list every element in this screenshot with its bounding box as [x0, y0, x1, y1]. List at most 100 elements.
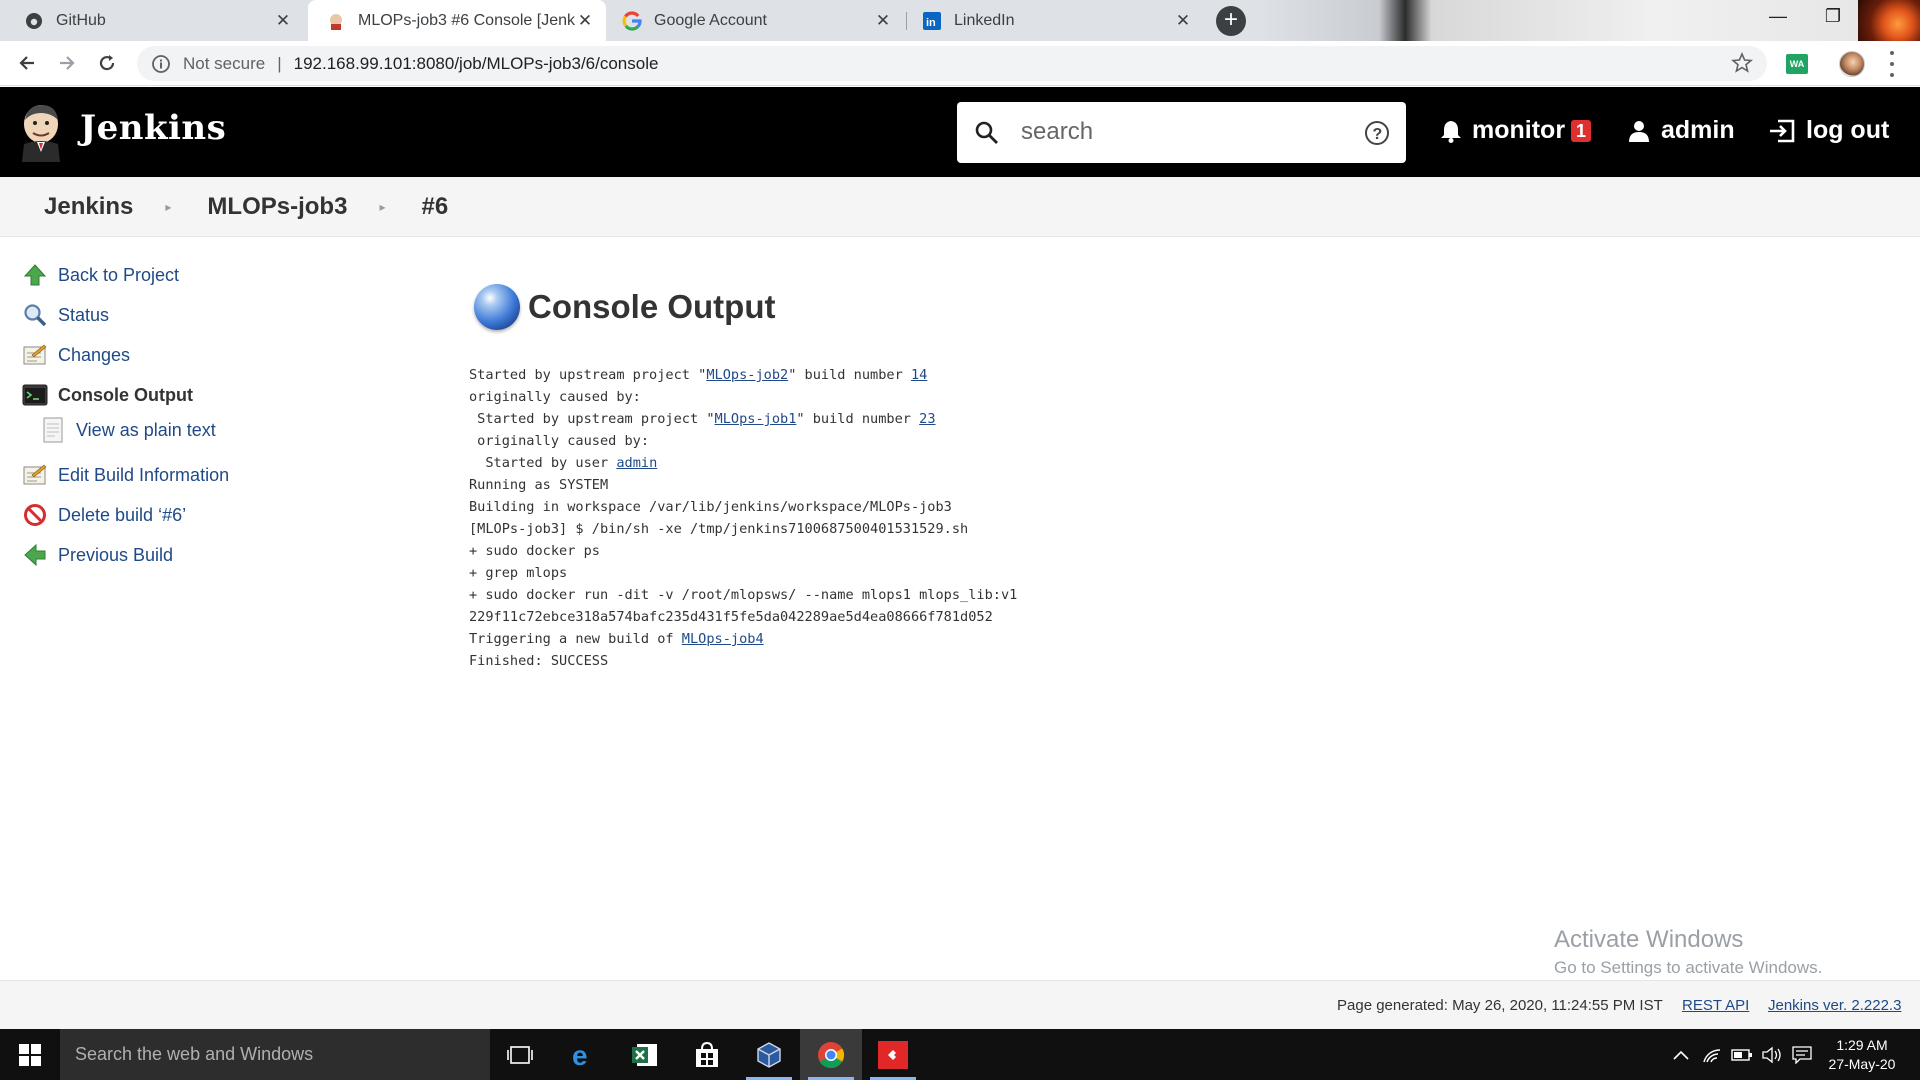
- upstream-job-link[interactable]: MLOps-job2: [706, 367, 788, 383]
- no-entry-icon: [22, 502, 48, 528]
- tab-github[interactable]: GitHub ✕: [6, 0, 304, 41]
- taskbar-clock[interactable]: 1:29 AM 27-May-20: [1818, 1036, 1906, 1074]
- bell-icon: [1441, 120, 1461, 143]
- whatsapp-extension-icon[interactable]: WA: [1786, 54, 1808, 74]
- notepad-icon: [22, 342, 48, 368]
- anydesk-icon[interactable]: [862, 1029, 924, 1080]
- address-bar[interactable]: Not secure | 192.168.99.101:8080/job/MLO…: [137, 46, 1767, 81]
- close-icon[interactable]: ✕: [274, 11, 292, 31]
- sidebar-item-back-to-project[interactable]: Back to Project: [22, 260, 179, 290]
- chevron-right-icon: ▸: [165, 199, 172, 214]
- store-icon[interactable]: [676, 1029, 738, 1080]
- browser-menu-icon[interactable]: [1888, 51, 1896, 77]
- blue-ball-status-icon: [474, 284, 520, 330]
- breadcrumb-build[interactable]: #6: [421, 193, 448, 221]
- svg-text:?: ?: [1373, 126, 1383, 143]
- action-center-icon[interactable]: [1789, 1029, 1815, 1080]
- tab-title: LinkedIn: [954, 11, 1015, 29]
- close-icon[interactable]: ✕: [874, 11, 892, 31]
- windows-start-icon[interactable]: [0, 1029, 60, 1080]
- linkedin-icon: in: [922, 11, 942, 31]
- tab-title: Google Account: [654, 11, 767, 29]
- sidebar-item-console-output[interactable]: Console Output: [22, 380, 193, 410]
- monitor-link[interactable]: monitor 1: [1440, 116, 1592, 145]
- search-input[interactable]: [1021, 114, 1321, 150]
- close-icon[interactable]: ✕: [1174, 11, 1192, 31]
- clock-date: 27-May-20: [1828, 1056, 1896, 1072]
- separator: |: [277, 53, 282, 73]
- page-generated-text: Page generated: May 26, 2020, 11:24:55 P…: [1337, 997, 1663, 1014]
- browser-theme-orb: [1858, 0, 1920, 41]
- watermark-title: Activate Windows: [1554, 926, 1744, 953]
- upstream-build-link[interactable]: 23: [919, 411, 935, 427]
- watermark-subtitle: Go to Settings to activate Windows.: [1554, 958, 1823, 977]
- sidebar-item-label: Previous Build: [58, 544, 174, 565]
- bookmark-star-icon[interactable]: [1731, 52, 1753, 74]
- tab-jenkins-console[interactable]: MLOPs-job3 #6 Console [Jenkins] ✕: [308, 0, 606, 41]
- sidebar-item-changes[interactable]: Changes: [22, 340, 130, 370]
- notepad-icon: [22, 462, 48, 488]
- excel-icon[interactable]: [614, 1029, 676, 1080]
- taskbar-search-input[interactable]: Search the web and Windows: [60, 1029, 490, 1080]
- help-icon[interactable]: ?: [1364, 120, 1390, 146]
- console-log: Started by upstream project "MLOps-job2"…: [469, 367, 1018, 669]
- user-link[interactable]: admin: [1627, 116, 1735, 145]
- sidebar-item-previous-build[interactable]: Previous Build: [22, 540, 173, 570]
- chevron-up-icon[interactable]: [1668, 1029, 1694, 1080]
- clock-time: 1:29 AM: [1836, 1037, 1888, 1053]
- virtualbox-icon[interactable]: [738, 1029, 800, 1080]
- edge-browser-icon[interactable]: e: [552, 1029, 614, 1080]
- google-icon: [622, 10, 642, 31]
- jenkins-logo-icon[interactable]: [18, 102, 64, 162]
- volume-icon[interactable]: [1759, 1029, 1785, 1080]
- downstream-job-link[interactable]: MLOps-job4: [682, 631, 764, 647]
- breadcrumb-jenkins[interactable]: Jenkins: [44, 193, 133, 221]
- sidebar-item-status[interactable]: Status: [22, 300, 109, 330]
- profile-avatar[interactable]: [1839, 51, 1865, 77]
- back-arrow-icon[interactable]: [12, 48, 42, 78]
- sidebar-item-delete-build[interactable]: Delete build ‘#6’: [22, 500, 186, 530]
- tab-title: MLOPs-job3 #6 Console [Jenkins]: [358, 11, 576, 29]
- close-icon[interactable]: ✕: [576, 11, 594, 31]
- sidebar-item-label: Back to Project: [58, 264, 180, 285]
- rest-api-link[interactable]: REST API: [1682, 997, 1749, 1014]
- terminal-icon: [22, 382, 48, 408]
- restore-icon[interactable]: ❐: [1813, 6, 1853, 27]
- github-icon: [24, 11, 44, 31]
- user-icon: [1629, 120, 1649, 142]
- url-text[interactable]: 192.168.99.101:8080/job/MLOPs-job3/6/con…: [294, 54, 659, 74]
- tab-title: GitHub: [56, 11, 106, 29]
- forward-arrow-icon[interactable]: [52, 48, 82, 78]
- logout-link[interactable]: log out: [1768, 116, 1889, 145]
- upstream-build-link[interactable]: 14: [911, 367, 927, 383]
- jenkins-version-link[interactable]: Jenkins ver. 2.222.3: [1768, 997, 1901, 1014]
- jenkins-favicon: [326, 11, 346, 31]
- user-link[interactable]: admin: [616, 455, 657, 471]
- reload-icon[interactable]: [92, 48, 122, 78]
- battery-icon[interactable]: [1729, 1029, 1755, 1080]
- breadcrumb-project[interactable]: MLOPs-job3: [207, 193, 347, 221]
- wifi-icon[interactable]: [1699, 1029, 1725, 1080]
- left-arrow-icon: [22, 542, 48, 568]
- page-footer: Page generated: May 26, 2020, 11:24:55 P…: [0, 980, 1920, 1029]
- sidebar-item-edit-build-information[interactable]: Edit Build Information: [22, 460, 229, 490]
- tab-linkedin[interactable]: in LinkedIn ✕: [904, 0, 1204, 41]
- document-icon: [40, 417, 66, 443]
- tab-google-account[interactable]: Google Account ✕: [604, 0, 904, 41]
- monitor-label: monitor: [1472, 116, 1566, 144]
- minimize-icon[interactable]: —: [1758, 6, 1798, 27]
- chrome-icon[interactable]: [800, 1029, 862, 1080]
- svg-text:e: e: [572, 1041, 588, 1069]
- task-view-icon[interactable]: [489, 1029, 551, 1080]
- search-icon: [975, 121, 998, 144]
- sidebar-item-view-as-plain-text[interactable]: View as plain text: [40, 415, 216, 445]
- page-title: Console Output: [528, 288, 776, 325]
- sidebar-item-label: Delete build ‘#6’: [58, 504, 187, 525]
- upstream-job-link[interactable]: MLOps-job1: [715, 411, 797, 427]
- chevron-right-icon: ▸: [379, 199, 386, 214]
- jenkins-title[interactable]: Jenkins: [80, 108, 226, 148]
- magnifier-icon: [22, 302, 48, 328]
- browser-toolbar: Not secure | 192.168.99.101:8080/job/MLO…: [0, 41, 1920, 86]
- info-icon[interactable]: [151, 54, 171, 74]
- new-tab-button[interactable]: +: [1216, 6, 1246, 36]
